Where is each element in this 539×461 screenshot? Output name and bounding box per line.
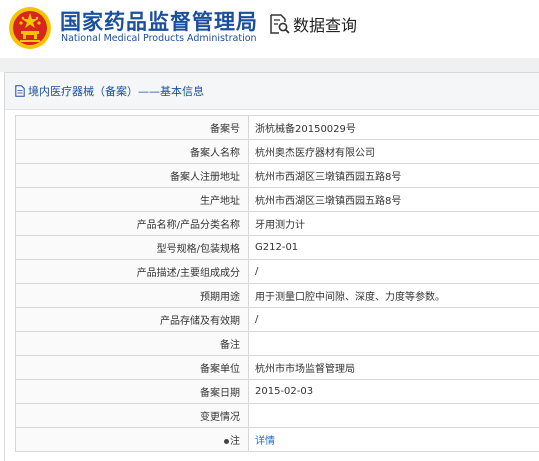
document-icon [15,85,25,97]
document-search-icon [268,13,290,35]
table-row: 备注 [16,332,539,356]
field-label: 预期用途 [16,284,249,308]
field-value: 用于测量口腔中间隙、深度、力度等参数。 [249,284,539,308]
table-row: 产品存储及有效期/ [16,308,539,332]
field-label: 产品名称/产品分类名称 [16,212,249,236]
field-label: 备案日期 [16,380,249,404]
section-header: 境内医疗器械（备案）——基本信息 [5,73,539,110]
field-label: 产品描述/主要组成成分 [16,260,249,284]
page-title: 数据查询 [293,12,357,36]
field-value: 杭州市西湖区三墩镇西园五路8号 [249,188,539,212]
field-value: / [249,260,539,284]
field-value: 杭州市市场监督管理局 [249,356,539,380]
note-label-cell: 注 [16,428,249,452]
field-value: / [249,308,539,332]
table-row: 注 详情 [16,428,539,452]
table-row: 备案号浙杭械备20150029号 [16,116,539,140]
table-row: 型号规格/包装规格G212-01 [16,236,539,260]
table-row: 变更情况 [16,404,539,428]
table-row: 备案人名称杭州奥杰医疗器材有限公司 [16,140,539,164]
section-title: 境内医疗器械（备案）——基本信息 [28,83,204,99]
note-value-cell: 详情 [249,428,539,452]
header-divider [0,58,539,72]
field-label: 变更情况 [16,404,249,428]
field-value: 牙用测力计 [249,212,539,236]
national-emblem-icon [8,6,52,50]
field-label: 备案人注册地址 [16,164,249,188]
table-row: 预期用途用于测量口腔中间隙、深度、力度等参数。 [16,284,539,308]
field-label: 备案号 [16,116,249,140]
detail-panel: 境内医疗器械（备案）——基本信息 备案号浙杭械备20150029号 备案人名称杭… [4,72,539,461]
org-name-cn[interactable]: 国家药品监督管理局 [60,6,258,36]
bullet-icon [224,439,229,444]
field-value [249,332,539,356]
field-value: 杭州市西湖区三墩镇西园五路8号 [249,164,539,188]
note-label: 注 [230,436,240,447]
details-link[interactable]: 详情 [255,436,275,447]
field-label: 生产地址 [16,188,249,212]
field-value: 浙杭械备20150029号 [249,116,539,140]
field-value: 杭州奥杰医疗器材有限公司 [249,140,539,164]
table-row: 备案日期2015-02-03 [16,380,539,404]
table-row: 备案单位杭州市市场监督管理局 [16,356,539,380]
info-table: 备案号浙杭械备20150029号 备案人名称杭州奥杰医疗器材有限公司 备案人注册… [15,115,539,452]
field-value: 2015-02-03 [249,380,539,404]
field-label: 型号规格/包装规格 [16,236,249,260]
field-value: G212-01 [249,236,539,260]
org-name-en[interactable]: National Medical Products Administration [61,33,257,44]
field-label: 备注 [16,332,249,356]
field-label: 备案人名称 [16,140,249,164]
table-row: 备案人注册地址杭州市西湖区三墩镇西园五路8号 [16,164,539,188]
field-label: 产品存储及有效期 [16,308,249,332]
field-value [249,404,539,428]
field-label: 备案单位 [16,356,249,380]
table-row: 产品名称/产品分类名称牙用测力计 [16,212,539,236]
site-header: 国家药品监督管理局 National Medical Products Admi… [0,0,539,58]
table-row: 产品描述/主要组成成分/ [16,260,539,284]
table-row: 生产地址杭州市西湖区三墩镇西园五路8号 [16,188,539,212]
